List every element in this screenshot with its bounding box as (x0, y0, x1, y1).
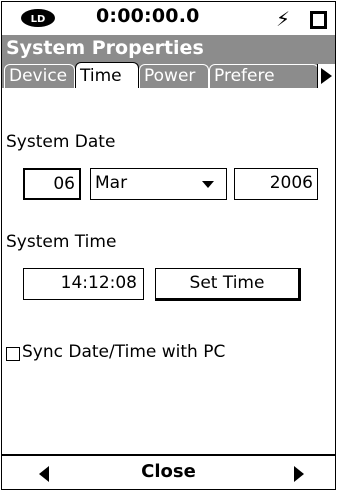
close-button[interactable]: Close (2, 461, 335, 482)
tab-strip: Device Time Power Prefere (2, 62, 335, 88)
title-bar: System Properties (2, 35, 335, 62)
system-date-label: System Date (6, 132, 116, 152)
system-time-label: System Time (6, 232, 117, 252)
tab-scroll-right-icon (321, 68, 332, 84)
year-input[interactable]: 2006 (234, 168, 318, 200)
nav-right-arrow-icon[interactable] (294, 466, 304, 482)
time-input[interactable]: 14:12:08 (23, 268, 144, 300)
window-title: System Properties (6, 37, 204, 59)
month-select-value: Mar (95, 173, 128, 193)
app-window: LD 0:00:00.0 ⚡︎ System Properties Device… (1, 1, 336, 490)
tab-power[interactable]: Power (139, 64, 209, 88)
month-select[interactable]: Mar (90, 168, 227, 200)
ld-logo-icon: LD (21, 9, 55, 27)
sync-checkbox[interactable] (6, 347, 20, 361)
tab-scroll-right-button[interactable] (317, 64, 335, 88)
tab-time[interactable]: Time (75, 62, 139, 88)
logo-text: LD (31, 14, 46, 25)
battery-icon (310, 11, 327, 29)
tab-preferences[interactable]: Prefere (209, 64, 319, 88)
sync-checkbox-label[interactable]: Sync Date/Time with PC (22, 342, 225, 362)
dropdown-arrow-icon (202, 181, 214, 188)
lightning-bolt-icon: ⚡︎ (276, 7, 291, 31)
elapsed-timer: 0:00:00.0 (96, 5, 200, 27)
status-bar: LD 0:00:00.0 ⚡︎ (2, 2, 335, 34)
set-time-button[interactable]: Set Time (155, 268, 301, 301)
bottom-bar: Close (2, 454, 335, 489)
tab-device[interactable]: Device (4, 64, 75, 88)
day-input[interactable]: 06 (23, 168, 81, 200)
